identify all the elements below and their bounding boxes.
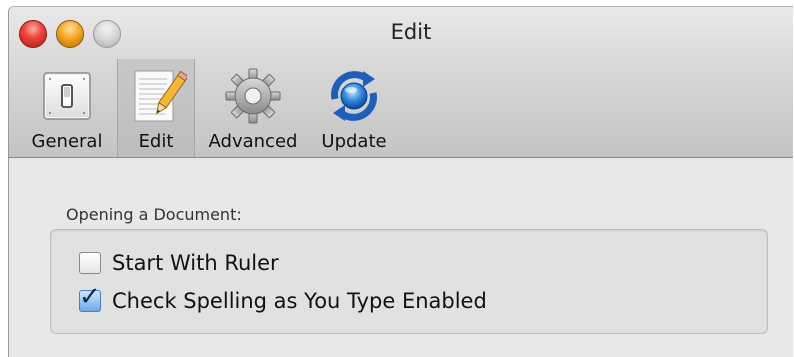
checkmark-icon: ✓ <box>79 282 101 312</box>
toggle-switch-icon <box>43 72 91 120</box>
start-with-ruler-checkbox[interactable] <box>79 252 101 274</box>
title-toolbar-area: Edit General Edit Advanced Update <box>9 7 793 158</box>
preferences-content: Opening a Document: Start With Ruler ✓ C… <box>9 158 793 357</box>
toolbar-advanced[interactable]: Advanced <box>201 59 305 157</box>
gear-icon <box>225 68 281 124</box>
check-spelling-label: Check Spelling as You Type Enabled <box>112 289 487 313</box>
preferences-window: Edit General Edit Advanced Update Openin… <box>8 6 793 357</box>
toolbar-general[interactable]: General <box>27 59 107 157</box>
option-start-with-ruler[interactable]: Start With Ruler <box>79 248 279 278</box>
document-pencil-icon <box>134 70 187 122</box>
toolbar-advanced-label: Advanced <box>208 131 298 152</box>
toolbar-general-label: General <box>31 131 103 152</box>
refresh-globe-icon <box>331 71 377 121</box>
start-with-ruler-label: Start With Ruler <box>112 251 279 275</box>
check-spelling-checkbox[interactable]: ✓ <box>79 284 101 312</box>
section-title: Opening a Document: <box>66 205 242 224</box>
toolbar-update-label: Update <box>321 131 387 152</box>
toolbar-edit-label: Edit <box>138 131 174 152</box>
toolbar-edit[interactable]: Edit <box>117 59 195 157</box>
option-check-spelling[interactable]: ✓ Check Spelling as You Type Enabled <box>79 284 487 316</box>
toolbar-update[interactable]: Update <box>313 59 395 157</box>
options-group-box: Start With Ruler ✓ Check Spelling as You… <box>50 229 768 334</box>
window-title: Edit <box>390 20 432 44</box>
